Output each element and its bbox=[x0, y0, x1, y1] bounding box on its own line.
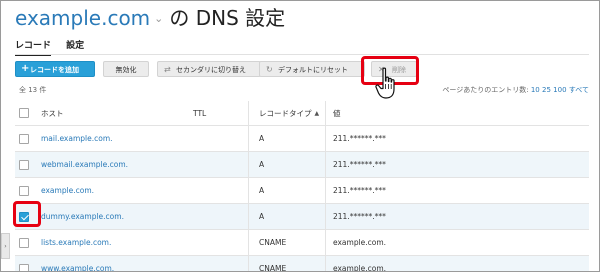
row-select-cell bbox=[19, 178, 33, 203]
column-divider bbox=[325, 178, 326, 203]
host-link[interactable]: lists.example.com. bbox=[41, 230, 111, 255]
record-count: 全 13 件 bbox=[19, 86, 47, 94]
column-divider bbox=[325, 152, 326, 177]
add-record-label: レコードを追加 bbox=[30, 66, 79, 74]
pager-option-10[interactable]: 10 bbox=[531, 86, 540, 94]
table-row: example.com. A 211.******.*** bbox=[15, 178, 589, 204]
column-divider bbox=[325, 230, 326, 255]
disable-label: 無効化 bbox=[115, 66, 137, 74]
type-cell: A bbox=[259, 212, 265, 221]
row-checkbox[interactable] bbox=[19, 237, 29, 248]
select-all-cell bbox=[19, 101, 33, 125]
reset-icon: ↻ bbox=[266, 65, 273, 74]
column-divider bbox=[248, 230, 249, 255]
column-divider bbox=[248, 178, 249, 203]
sidebar-expand-handle[interactable]: › bbox=[1, 233, 10, 259]
header-ttl[interactable]: TTL bbox=[193, 101, 206, 125]
row-checkbox[interactable] bbox=[19, 185, 29, 196]
header-type-label: レコードタイプ bbox=[259, 108, 312, 118]
row-select-cell bbox=[19, 126, 33, 151]
value-cell: 211.******.*** bbox=[333, 134, 386, 143]
column-divider bbox=[248, 152, 249, 177]
value-cell: example.com. bbox=[333, 264, 387, 272]
host-link[interactable]: www.example.com. bbox=[41, 256, 114, 271]
reset-default-label: デフォルトにリセット bbox=[278, 66, 348, 74]
header-host[interactable]: ホスト bbox=[41, 101, 64, 125]
type-cell: CNAME bbox=[259, 264, 287, 272]
table-row: lists.example.com. CNAME example.com. bbox=[15, 230, 589, 256]
value-cell: 211.******.*** bbox=[333, 186, 386, 195]
table-row: mail.example.com. A 211.******.*** bbox=[15, 126, 589, 152]
type-cell: CNAME bbox=[259, 238, 287, 247]
column-divider bbox=[325, 256, 326, 271]
select-all-checkbox[interactable] bbox=[19, 108, 29, 118]
switch-secondary-button[interactable]: ⇄ セカンダリに切り替え bbox=[157, 61, 261, 77]
column-divider bbox=[248, 204, 249, 229]
header-type[interactable]: レコードタイプ ▲ bbox=[259, 101, 319, 125]
domain-selector[interactable]: example.com bbox=[15, 6, 150, 30]
column-divider bbox=[325, 204, 326, 229]
checkbox-highlight bbox=[13, 201, 41, 227]
column-divider bbox=[248, 126, 249, 151]
hand-pointer-icon bbox=[375, 67, 395, 99]
dns-settings-window: example.com ⌄ の DNS 設定 レコード 設定 + レコードを追加 無… bbox=[0, 0, 600, 272]
host-link[interactable]: webmail.example.com. bbox=[41, 152, 128, 177]
table-row-selected: dummy.example.com. A 211.******.*** bbox=[15, 204, 589, 230]
column-divider bbox=[325, 126, 326, 151]
column-divider bbox=[248, 256, 249, 271]
page-title: example.com ⌄ の DNS 設定 bbox=[15, 4, 285, 33]
pager-option-all[interactable]: すべて bbox=[569, 86, 589, 94]
tabs-divider bbox=[15, 54, 589, 55]
table-row: www.example.com. CNAME example.com. bbox=[15, 256, 589, 272]
switch-secondary-label: セカンダリに切り替え bbox=[176, 66, 246, 74]
type-cell: A bbox=[259, 186, 265, 195]
host-link[interactable]: mail.example.com. bbox=[41, 126, 113, 151]
column-divider bbox=[248, 101, 249, 125]
row-checkbox[interactable] bbox=[19, 133, 29, 144]
row-checkbox[interactable] bbox=[19, 159, 29, 170]
row-select-cell bbox=[19, 230, 33, 255]
sort-ascending-icon: ▲ bbox=[314, 109, 320, 117]
disable-button[interactable]: 無効化 bbox=[103, 61, 149, 77]
pager-option-25[interactable]: 25 bbox=[542, 86, 551, 94]
page-size-selector: ページあたりのエントリ数: 10 25 100 すべて bbox=[442, 85, 589, 95]
title-suffix: の DNS 設定 bbox=[169, 6, 286, 30]
row-checkbox[interactable] bbox=[19, 263, 29, 271]
reset-default-button[interactable]: ↻ デフォルトにリセット bbox=[259, 61, 365, 77]
type-cell: A bbox=[259, 160, 265, 169]
pager-option-100[interactable]: 100 bbox=[553, 86, 566, 94]
row-select-cell bbox=[19, 256, 33, 271]
value-cell: 211.******.*** bbox=[333, 212, 386, 221]
value-cell: example.com. bbox=[333, 238, 387, 247]
table-header-row: ホスト TTL レコードタイプ ▲ 値 bbox=[15, 101, 589, 126]
chevron-down-icon[interactable]: ⌄ bbox=[154, 12, 163, 25]
column-divider bbox=[325, 101, 326, 125]
host-link[interactable]: example.com. bbox=[41, 178, 94, 203]
swap-icon: ⇄ bbox=[164, 65, 171, 74]
host-link[interactable]: dummy.example.com. bbox=[41, 204, 124, 229]
table-row: webmail.example.com. A 211.******.*** bbox=[15, 152, 589, 178]
dns-records-table: ホスト TTL レコードタイプ ▲ 値 mail.example.com. A 2… bbox=[15, 101, 589, 272]
plus-icon: + bbox=[21, 63, 30, 74]
value-cell: 211.******.*** bbox=[333, 160, 386, 169]
row-select-cell bbox=[19, 152, 33, 177]
header-value[interactable]: 値 bbox=[333, 101, 341, 125]
tab-settings[interactable]: 設定 bbox=[66, 38, 84, 54]
type-cell: A bbox=[259, 134, 265, 143]
pager-label: ページあたりのエントリ数: bbox=[442, 86, 529, 94]
add-record-button[interactable]: + レコードを追加 bbox=[15, 61, 95, 77]
